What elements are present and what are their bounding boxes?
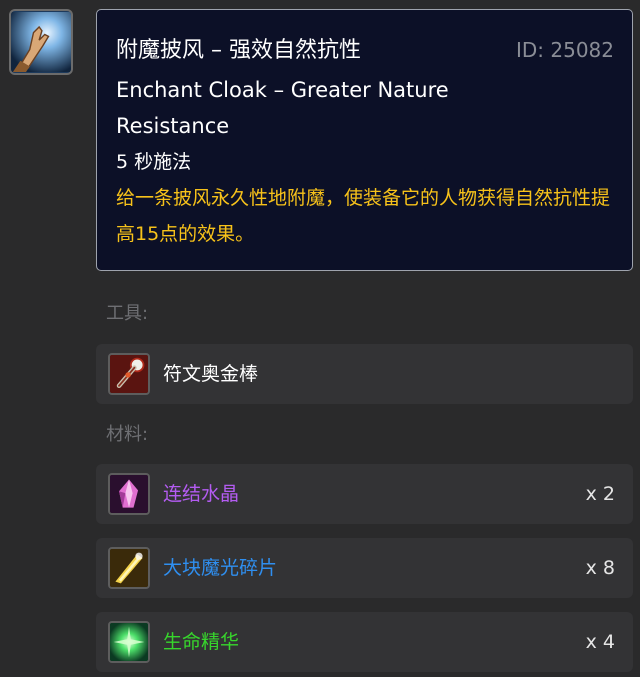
spell-title: 附魔披风 – 强效自然抗性 [116, 38, 361, 63]
material-quantity: x 8 [585, 557, 615, 579]
spell-tooltip: 附魔披风 – 强效自然抗性 ID: 25082 Enchant Cloak – … [96, 9, 633, 271]
material-quantity: x 4 [585, 631, 615, 653]
cast-time: 5 秒施法 [116, 151, 192, 173]
material-name: 生命精华 [163, 631, 240, 653]
tool-item[interactable]: 符文奥金棒 [96, 344, 633, 404]
spell-name-en: Enchant Cloak – Greater Nature Resistanc… [116, 78, 449, 138]
spell-id: ID: 25082 [515, 38, 614, 62]
material-name: 连结水晶 [163, 483, 240, 505]
material-item-essence-of-life[interactable]: 生命精华 x 4 [96, 612, 633, 672]
spell-description: 给一条披风永久性地附魔，使装备它的人物获得自然抗性提高15点的效果。 [116, 187, 611, 245]
material-quantity: x 2 [585, 483, 615, 505]
essence-of-life-icon [108, 621, 150, 663]
enchanting-hand-icon [9, 9, 73, 75]
nexus-crystal-icon [108, 473, 150, 515]
large-prismatic-shard-icon [108, 547, 150, 589]
materials-label: 材料: [106, 424, 149, 445]
material-item-nexus-crystal[interactable]: 连结水晶 x 2 [96, 464, 633, 524]
tool-name: 符文奥金棒 [163, 363, 259, 385]
runed-adamantite-rod-icon [108, 353, 150, 395]
material-name: 大块魔光碎片 [163, 557, 278, 579]
material-item-large-prismatic-shard[interactable]: 大块魔光碎片 x 8 [96, 538, 633, 598]
tools-label: 工具: [106, 303, 149, 324]
